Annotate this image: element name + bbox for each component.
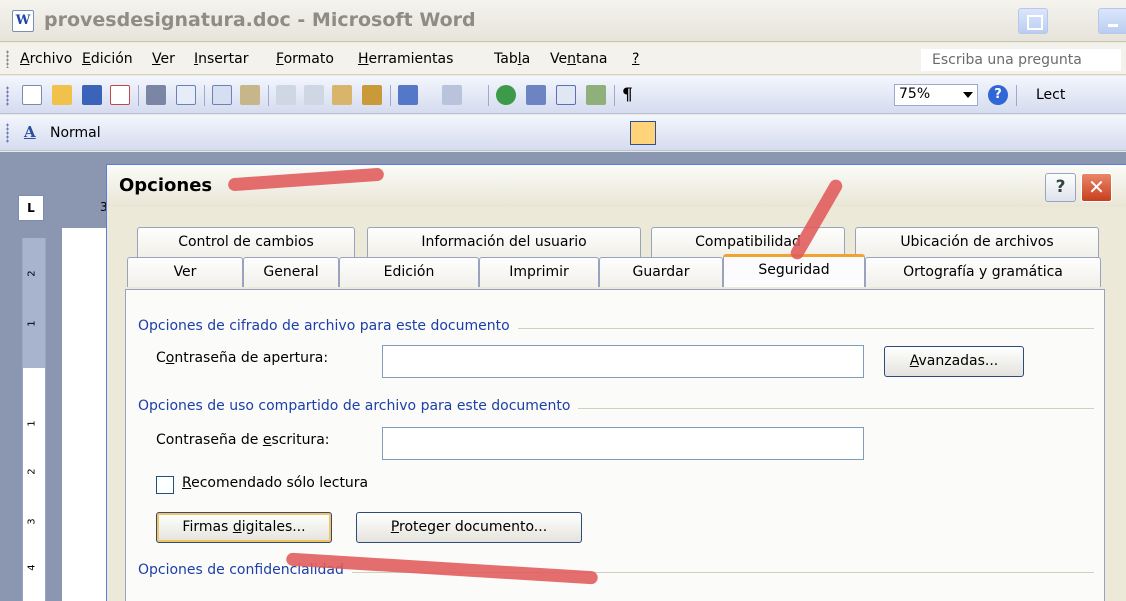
- dialog-title: Opciones: [119, 175, 213, 196]
- zoom-select[interactable]: 75%: [894, 84, 978, 106]
- open-folder-icon[interactable]: [52, 85, 72, 105]
- menu-item[interactable]: Insertar: [194, 51, 249, 67]
- tab-edicion[interactable]: Edición: [339, 257, 479, 287]
- ruler-number: 1: [26, 420, 38, 427]
- advanced-button[interactable]: Avanzadas...: [884, 346, 1024, 377]
- window-title: provesdesignatura.doc - Microsoft Word: [44, 9, 476, 31]
- protect-document-button[interactable]: Proteger documento...: [356, 512, 582, 543]
- open-password-field[interactable]: [382, 345, 864, 378]
- standard-toolbar: ¶ 75% ? Lect: [0, 76, 1126, 114]
- save-icon[interactable]: [82, 85, 102, 105]
- ruler-number: 2: [26, 468, 38, 475]
- menu-item[interactable]: ?: [632, 51, 639, 67]
- print-icon[interactable]: [146, 85, 166, 105]
- tab-informacion-del-usuario[interactable]: Información del usuario: [367, 227, 641, 257]
- write-password-field[interactable]: [382, 427, 864, 460]
- menu-item[interactable]: Tabla: [494, 51, 530, 67]
- options-dialog: Opciones ? ✕ Control de cambios Informac…: [106, 164, 1126, 601]
- tab-guardar[interactable]: Guardar: [599, 257, 723, 287]
- digital-signatures-button[interactable]: Firmas digitales...: [156, 512, 332, 543]
- reading-layout-button[interactable]: Lect: [1036, 87, 1065, 103]
- research-icon[interactable]: [240, 85, 260, 105]
- minimize-button[interactable]: [1098, 8, 1126, 34]
- tables-borders-icon[interactable]: [526, 85, 546, 105]
- format-toolbar: A Normal: [0, 115, 1126, 151]
- zoom-value: 75%: [899, 86, 931, 102]
- undo-icon[interactable]: [398, 85, 418, 105]
- restore-button[interactable]: [1018, 8, 1048, 34]
- tab-ver[interactable]: Ver: [127, 257, 243, 287]
- security-tab-panel: Opciones de cifrado de archivo para este…: [125, 289, 1105, 601]
- group-label-cifrado: Opciones de cifrado de archivo para este…: [138, 318, 518, 334]
- open-password-label: Contraseña de apertura:: [156, 350, 329, 366]
- tab-control-de-cambios[interactable]: Control de cambios: [137, 227, 355, 257]
- menubar-grip[interactable]: [6, 50, 9, 68]
- insert-table-icon[interactable]: [556, 85, 576, 105]
- menu-item[interactable]: Edición: [82, 51, 133, 67]
- format-toolbar-grip[interactable]: [6, 123, 9, 143]
- menu-item[interactable]: Ver: [152, 51, 175, 67]
- print-preview-icon[interactable]: [176, 85, 196, 105]
- toolbar-grip[interactable]: [6, 86, 9, 106]
- hyperlink-icon[interactable]: [496, 85, 516, 105]
- read-only-label[interactable]: Recomendado sólo lectura: [182, 475, 368, 491]
- menu-item[interactable]: Archivo: [20, 51, 72, 67]
- tab-selector[interactable]: L: [18, 195, 44, 221]
- style-select[interactable]: Normal: [50, 125, 101, 141]
- paste-icon[interactable]: [332, 85, 352, 105]
- menu-item[interactable]: Ventana: [550, 51, 608, 67]
- permission-icon[interactable]: [110, 85, 130, 105]
- menu-item[interactable]: Herramientas: [358, 51, 453, 67]
- menu-item[interactable]: Formato: [276, 51, 334, 67]
- close-button[interactable]: ✕: [1081, 173, 1112, 202]
- new-document-icon[interactable]: [22, 85, 42, 105]
- tab-general[interactable]: General: [243, 257, 339, 287]
- ruler-number: 4: [26, 564, 38, 571]
- insert-excel-icon[interactable]: [586, 85, 606, 105]
- ruler-number: 2: [26, 270, 38, 277]
- redo-icon[interactable]: [442, 85, 462, 105]
- chevron-down-icon: [963, 92, 973, 98]
- copy-icon[interactable]: [304, 85, 324, 105]
- cut-icon[interactable]: [276, 85, 296, 105]
- tab-ubicacion-de-archivos[interactable]: Ubicación de archivos: [855, 227, 1099, 257]
- word-title-bar: W provesdesignatura.doc - Microsoft Word: [0, 0, 1126, 42]
- read-only-checkbox[interactable]: [156, 476, 174, 494]
- write-password-label: Contraseña de escritura:: [156, 432, 330, 448]
- tab-imprimir[interactable]: Imprimir: [479, 257, 599, 287]
- tab-ortografia-y-gramatica[interactable]: Ortografía y gramática: [865, 257, 1101, 287]
- show-formatting-icon[interactable]: ¶: [622, 85, 642, 105]
- styles-icon[interactable]: A: [24, 123, 36, 141]
- group-label-compartido: Opciones de uso compartido de archivo pa…: [138, 398, 579, 414]
- ask-question-input[interactable]: Escriba una pregunta: [921, 49, 1121, 71]
- format-painter-icon[interactable]: [362, 85, 382, 105]
- align-left-icon[interactable]: [630, 121, 656, 145]
- help-button[interactable]: ?: [1045, 173, 1076, 202]
- ruler-number: 1: [26, 320, 38, 327]
- menu-bar: Archivo Edición Ver Insertar Formato Herramie…: [0, 43, 1126, 75]
- help-icon[interactable]: ?: [988, 85, 1008, 105]
- vertical-ruler: 2 1 1 2 3 4: [22, 238, 46, 601]
- ruler-number: 3: [26, 518, 38, 525]
- spelling-icon[interactable]: [212, 85, 232, 105]
- word-doc-icon: W: [12, 10, 34, 32]
